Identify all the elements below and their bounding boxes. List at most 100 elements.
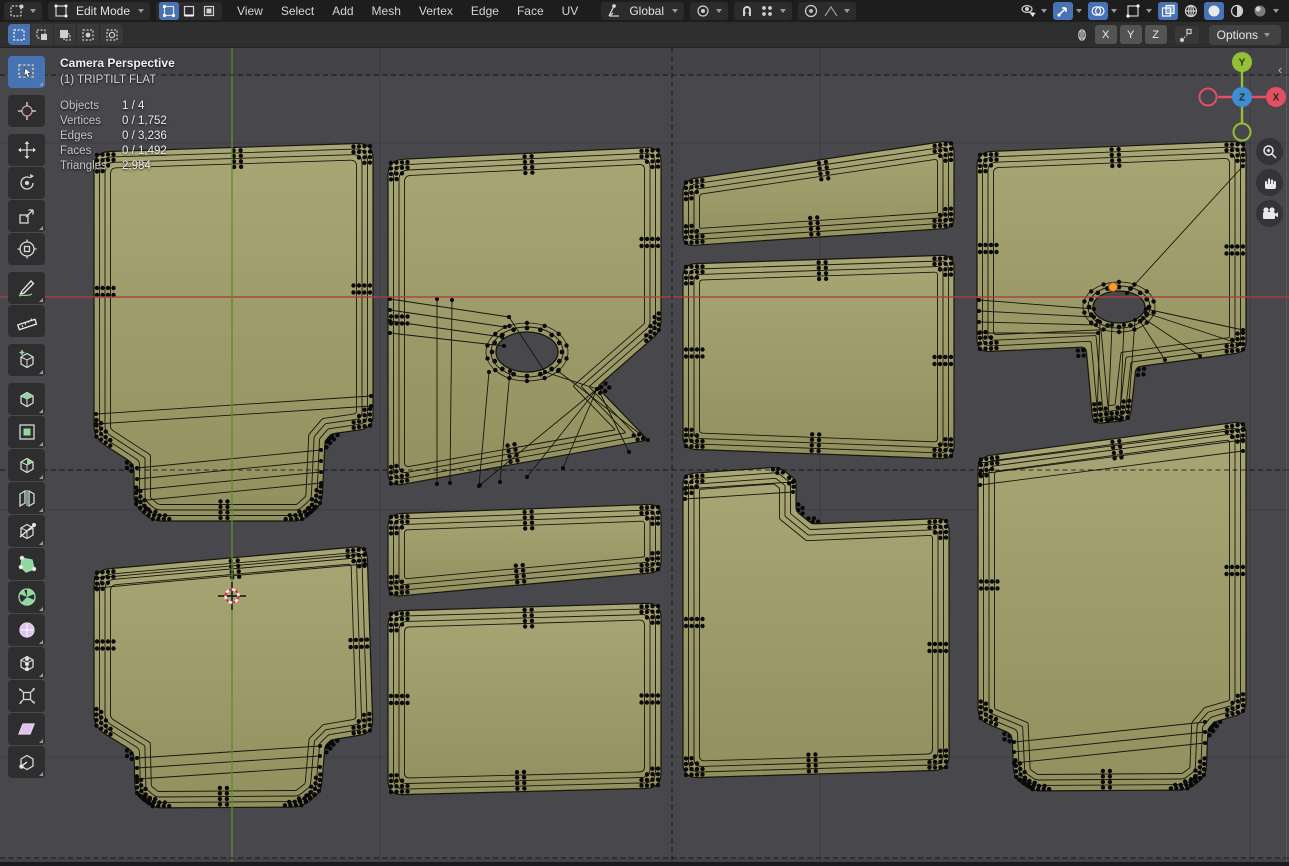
tool-annotate[interactable] xyxy=(8,272,45,304)
tool-measure[interactable] xyxy=(8,305,45,337)
transform-orientation-dropdown[interactable]: Global xyxy=(601,2,684,20)
tool-smooth[interactable] xyxy=(8,614,45,646)
blender-window: Camera Perspective (1) TRIPTILT FLAT Obj… xyxy=(0,0,1289,866)
select-intersect-button[interactable] xyxy=(100,24,123,45)
shading-solid-icon[interactable] xyxy=(1204,2,1224,20)
panel-bottom-right[interactable] xyxy=(978,423,1246,791)
chevron-down-icon xyxy=(30,9,36,13)
tool-add-cube[interactable] xyxy=(8,344,45,376)
select-extend-button[interactable] xyxy=(31,24,54,45)
mesh-select-mode-group xyxy=(156,2,222,20)
panel-col3-mid[interactable] xyxy=(683,255,954,458)
options-dropdown[interactable]: Options xyxy=(1209,25,1281,45)
tool-spin[interactable] xyxy=(8,581,45,613)
snap-options-icon[interactable] xyxy=(1175,26,1199,44)
panel-mid-complex[interactable] xyxy=(388,148,661,486)
falloff-curve-icon[interactable] xyxy=(821,2,841,20)
mirror-axis-x-button[interactable]: X xyxy=(1095,25,1117,44)
options-label: Options xyxy=(1217,28,1258,42)
tool-poly-build[interactable] xyxy=(8,548,45,580)
navigation-gizmo[interactable]: Y XZ xyxy=(1192,47,1289,147)
subtool-indicator xyxy=(39,739,43,743)
tool-knife[interactable] xyxy=(8,515,45,547)
stat-label: Objects xyxy=(60,98,122,113)
view-name: Camera Perspective xyxy=(60,56,175,70)
select-invert-button[interactable] xyxy=(77,24,100,45)
gizmo-axis-y-negative[interactable] xyxy=(1234,124,1251,141)
orientation-axes-icon xyxy=(604,2,624,20)
snap-magnet-icon[interactable] xyxy=(737,2,757,20)
stat-label: Faces xyxy=(60,143,122,158)
panel-mid-bottom[interactable] xyxy=(388,603,661,794)
tool-shear[interactable] xyxy=(8,713,45,745)
chevron-down-icon xyxy=(672,9,678,13)
tool-rip-region[interactable] xyxy=(8,746,45,778)
mirror-axis-z-button[interactable]: Z xyxy=(1145,25,1167,44)
shading-material-icon[interactable] xyxy=(1227,2,1247,20)
toggle-xray-icon[interactable] xyxy=(1158,2,1178,20)
chevron-down-icon xyxy=(1146,9,1152,13)
tool-extrude-region[interactable] xyxy=(8,383,45,415)
stat-label: Vertices xyxy=(60,113,122,128)
camera-view-button[interactable] xyxy=(1256,200,1283,227)
svg-text:Y: Y xyxy=(1239,57,1246,68)
tool-cursor[interactable] xyxy=(8,95,45,127)
snap-target-icon[interactable] xyxy=(757,2,777,20)
chevron-down-icon xyxy=(1041,9,1047,13)
viewport-canvas[interactable] xyxy=(0,0,1289,866)
pivot-point-dropdown[interactable] xyxy=(690,2,728,20)
tool-loop-cut[interactable] xyxy=(8,482,45,514)
select-subtract-button[interactable] xyxy=(54,24,77,45)
gizmo-axis-x-negative[interactable] xyxy=(1200,89,1217,106)
shading-rendered-icon[interactable] xyxy=(1250,2,1270,20)
mirror-icon[interactable] xyxy=(1072,26,1092,44)
show-overlays-icon[interactable] xyxy=(1088,2,1108,20)
gizmo-axis-x-positive[interactable]: X xyxy=(1266,87,1286,107)
menu-vertex[interactable]: Vertex xyxy=(410,0,462,22)
zoom-view-button[interactable] xyxy=(1256,138,1283,165)
tool-move[interactable] xyxy=(8,134,45,166)
face-select-mode-icon[interactable] xyxy=(199,2,219,20)
menu-uv[interactable]: UV xyxy=(553,0,588,22)
menu-face[interactable]: Face xyxy=(508,0,553,22)
tool-edge-slide[interactable] xyxy=(8,647,45,679)
show-gizmos-icon[interactable] xyxy=(1053,2,1073,20)
mirror-axis-y-button[interactable]: Y xyxy=(1120,25,1142,44)
vertex-select-mode-icon[interactable] xyxy=(159,2,179,20)
subtool-indicator xyxy=(39,772,43,776)
menu-edge[interactable]: Edge xyxy=(462,0,508,22)
stat-value: 0 / 1,492 xyxy=(122,143,167,158)
menu-bar: ViewSelectAddMeshVertexEdgeFaceUV xyxy=(228,0,587,22)
edge-select-mode-icon[interactable] xyxy=(179,2,199,20)
collapse-sidebar-arrow[interactable]: ‹ xyxy=(1278,62,1282,77)
tool-shrink-fatten[interactable] xyxy=(8,680,45,712)
gizmo-axis-y-positive[interactable]: Y xyxy=(1232,52,1252,72)
editor-type-selector[interactable] xyxy=(4,2,42,20)
header-right-toggles xyxy=(1018,2,1285,20)
mesh-edit-options-icon[interactable] xyxy=(1123,2,1143,20)
tool-scale[interactable] xyxy=(8,200,45,232)
gizmo-axis-z[interactable]: Z xyxy=(1232,87,1252,107)
proportional-edit-icon[interactable] xyxy=(801,2,821,20)
tool-rotate[interactable] xyxy=(8,167,45,199)
subtool-indicator xyxy=(39,475,43,479)
shading-wireframe-icon[interactable] xyxy=(1181,2,1201,20)
menu-add[interactable]: Add xyxy=(323,0,362,22)
show-object-types-icon[interactable] xyxy=(1018,2,1038,20)
subtool-indicator xyxy=(39,640,43,644)
pan-view-button[interactable] xyxy=(1256,169,1283,196)
menu-mesh[interactable]: Mesh xyxy=(363,0,410,22)
select-set-button[interactable] xyxy=(8,24,31,45)
tool-select-box[interactable] xyxy=(8,56,45,88)
mode-dropdown[interactable]: Edit Mode xyxy=(48,2,150,20)
tool-inset-faces[interactable] xyxy=(8,416,45,448)
subtool-indicator xyxy=(39,442,43,446)
window-bottom-edge xyxy=(0,862,1289,866)
subtool-indicator xyxy=(39,673,43,677)
menu-view[interactable]: View xyxy=(228,0,272,22)
stat-row: Edges0 / 3,236 xyxy=(60,128,167,143)
tool-transform[interactable] xyxy=(8,233,45,265)
stat-value: 0 / 3,236 xyxy=(122,128,167,143)
menu-select[interactable]: Select xyxy=(272,0,323,22)
tool-bevel[interactable] xyxy=(8,449,45,481)
